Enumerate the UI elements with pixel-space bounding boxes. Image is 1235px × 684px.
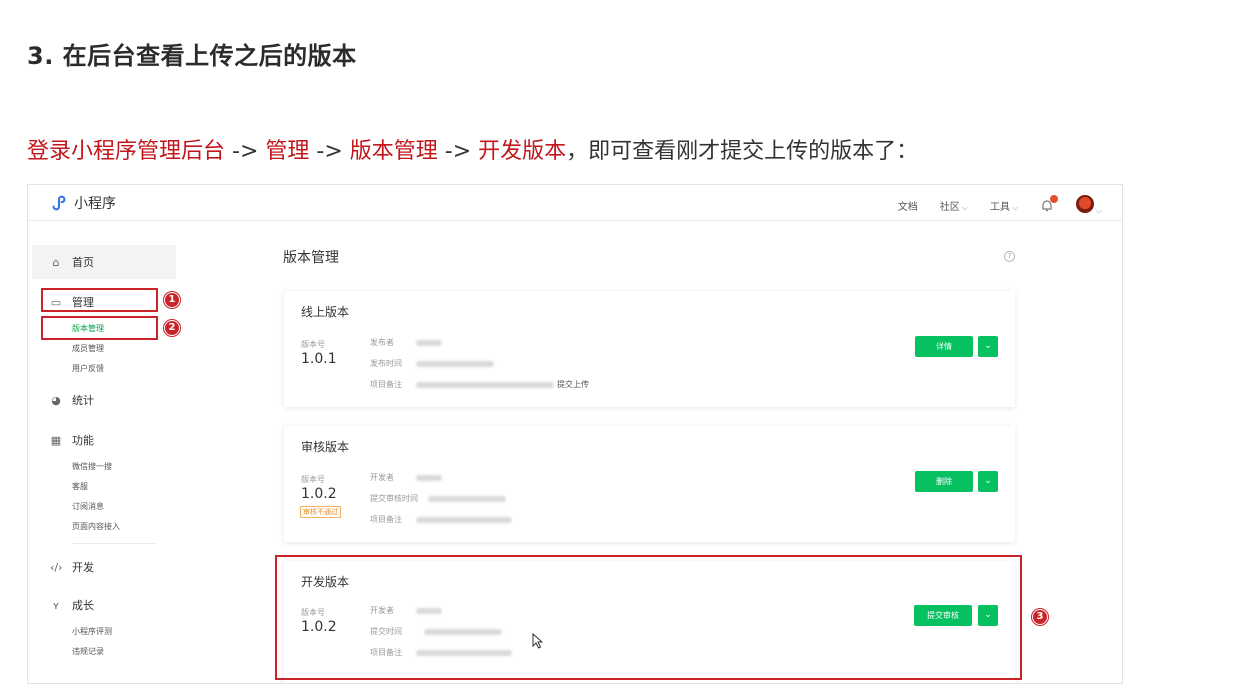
highlight-version-manage [41, 316, 158, 340]
sidebar-item-dev[interactable]: ‹/› 开发 [32, 550, 176, 584]
sidebar-item-violation-record[interactable]: 违规记录 [32, 642, 176, 662]
publisher-field: 发布者 [370, 337, 442, 348]
highlight-manage [41, 288, 158, 312]
chevron-down-icon: ⌵ [1011, 203, 1018, 212]
highlight-dev-version [275, 555, 1022, 680]
arrow: -> [437, 139, 479, 164]
notification-dot [1049, 194, 1058, 203]
delete-button[interactable]: 删除 [915, 471, 973, 492]
field-label: 发布时间 [370, 359, 402, 368]
help-icon[interactable]: ? [1004, 251, 1015, 262]
instruction-paragraph: 登录小程序管理后台 -> 管理 -> 版本管理 -> 开发版本，即可查看刚才提交… [27, 133, 918, 165]
sidebar-item-user-feedback[interactable]: 用户反馈 [32, 359, 176, 379]
sidebar-item-features[interactable]: ▦ 功能 [32, 423, 176, 457]
sidebar-item-wechat-search[interactable]: 微信搜一搜 [32, 457, 176, 477]
blurred-value [416, 360, 494, 367]
brand-name: 小程序 [74, 196, 116, 212]
chevron-down-icon[interactable]: ⌄ [978, 471, 998, 492]
online-version-card: 线上版本 版本号 1.0.1 发布者 发布时间 项目备注 提交上传 详情 ⌄ [284, 291, 1015, 407]
grid-icon: ▦ [50, 433, 62, 447]
arrow: -> [225, 139, 266, 164]
blurred-value [428, 495, 506, 502]
sidebar-item-page-content[interactable]: 页面内容接入 [32, 517, 176, 537]
top-nav: 文档 社区 ⌵ 工具 ⌵ ⌵ [898, 194, 1102, 216]
step-dev-version: 开发版本 [478, 139, 567, 164]
card-title: 线上版本 [301, 305, 350, 319]
blurred-value [416, 381, 554, 388]
field-label: 项目备注 [370, 380, 402, 389]
step-marker-3: 3 [1032, 609, 1048, 625]
miniprogram-logo-icon [52, 195, 66, 211]
sidebar-item-member-manage[interactable]: 成员管理 [32, 339, 176, 359]
nav-tools-label: 工具 [989, 202, 1010, 213]
sidebar-item-label: 统计 [72, 394, 94, 407]
field-label: 提交审核时间 [370, 494, 418, 503]
publish-time-field: 发布时间 [370, 358, 494, 369]
sidebar-item-stats[interactable]: ◕ 统计 [32, 383, 176, 417]
page-title: 版本管理 [283, 250, 339, 266]
blurred-value [416, 516, 512, 523]
chevron-down-icon: ⌵ [961, 203, 968, 212]
nav-community-label: 社区 [939, 202, 960, 213]
code-icon: ‹/› [50, 560, 63, 574]
chevron-down-icon[interactable]: ⌄ [978, 336, 998, 357]
chevron-down-icon: ⌵ [1095, 206, 1102, 215]
review-time-field: 提交审核时间 [370, 493, 506, 504]
sidebar-item-label: 成长 [72, 599, 94, 612]
blurred-value [416, 339, 442, 346]
version-label: 版本号 [301, 340, 325, 349]
sidebar-item-label: 功能 [72, 434, 94, 447]
field-label: 项目备注 [370, 515, 402, 524]
details-button[interactable]: 详情 [915, 336, 973, 357]
version-number: 1.0.1 [301, 351, 337, 367]
step-manage: 管理 [265, 139, 310, 164]
user-menu[interactable]: ⌵ [1075, 195, 1102, 216]
remark-field: 项目备注 提交上传 [370, 379, 589, 390]
version-number: 1.0.2 [301, 486, 337, 502]
sidebar-item-label: 首页 [72, 256, 94, 269]
field-label: 发布者 [370, 338, 394, 347]
sidebar-item-evaluation[interactable]: 小程序评测 [32, 622, 176, 642]
arrow: -> [309, 139, 350, 164]
step-version-manage: 版本管理 [349, 139, 438, 164]
home-icon: ⌂ [52, 255, 60, 269]
review-version-card: 审核版本 版本号 1.0.2 审核不通过 开发者 提交审核时间 项目备注 删除 … [284, 426, 1015, 542]
status-badge: 审核不通过 [300, 506, 341, 518]
para-tail: ，即可查看刚才提交上传的版本了： [566, 139, 919, 164]
version-label: 版本号 [301, 475, 325, 484]
sidebar-item-growth[interactable]: ʏ 成长 [32, 588, 176, 622]
step-login: 登录小程序管理后台 [27, 139, 226, 164]
remark-field: 项目备注 [370, 514, 512, 525]
card-title: 审核版本 [301, 440, 350, 454]
developer-field: 开发者 [370, 472, 442, 483]
sidebar-item-home[interactable]: ⌂ 首页 [32, 245, 176, 279]
sprout-icon: ʏ [52, 598, 60, 612]
avatar [1075, 195, 1094, 213]
sidebar-item-customer-service[interactable]: 客服 [32, 477, 176, 497]
remark-tail: 提交上传 [557, 380, 589, 389]
section-heading: 3. 在后台查看上传之后的版本 [27, 42, 357, 70]
blurred-value [416, 474, 442, 481]
sidebar-item-subscribe-message[interactable]: 订阅消息 [32, 497, 176, 517]
brand[interactable]: 小程序 [50, 193, 116, 213]
field-label: 开发者 [370, 473, 394, 482]
top-bar: 小程序 文档 社区 ⌵ 工具 ⌵ ⌵ [28, 185, 1122, 221]
step-marker-1: 1 [164, 292, 180, 308]
bell-icon[interactable] [1040, 194, 1058, 213]
nav-community[interactable]: 社区 ⌵ [940, 198, 968, 213]
pie-chart-icon: ◕ [51, 393, 61, 407]
divider [72, 543, 156, 544]
sidebar-item-label: 开发 [72, 561, 94, 574]
step-marker-2: 2 [164, 320, 180, 336]
nav-docs[interactable]: 文档 [898, 198, 918, 213]
nav-tools[interactable]: 工具 ⌵ [990, 198, 1018, 213]
